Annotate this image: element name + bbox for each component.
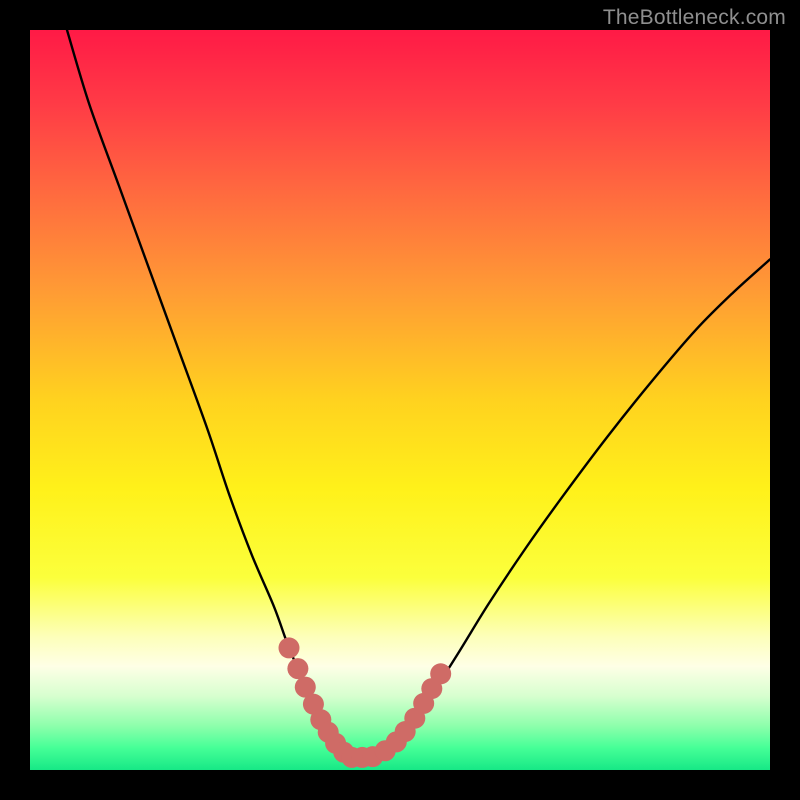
watermark-text: TheBottleneck.com — [603, 6, 786, 30]
data-marker — [287, 658, 308, 679]
curve-left-branch — [67, 30, 348, 758]
chart-svg — [30, 30, 770, 770]
outer-frame: TheBottleneck.com — [0, 0, 800, 800]
marker-layer — [279, 637, 452, 768]
curve-right-branch — [348, 259, 770, 758]
data-marker — [279, 637, 300, 658]
data-marker — [430, 663, 451, 684]
plot-area — [30, 30, 770, 770]
